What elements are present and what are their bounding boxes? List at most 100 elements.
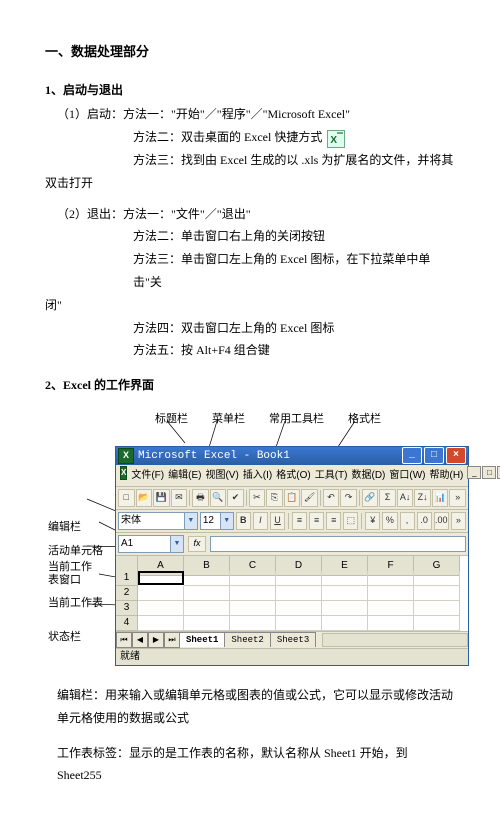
italic-button[interactable]: I	[253, 512, 268, 530]
sort-desc-button[interactable]: Z↓	[414, 489, 431, 507]
menu-window[interactable]: 窗口(W)	[389, 466, 425, 485]
align-left-button[interactable]: ≡	[292, 512, 307, 530]
callout-active-cell: 活动单元格	[48, 541, 112, 562]
cell[interactable]	[322, 601, 368, 616]
name-box[interactable]: A1 ▼	[118, 535, 184, 553]
cell[interactable]	[184, 571, 230, 586]
dec-inc-button[interactable]: .0	[417, 512, 432, 530]
cell[interactable]	[414, 601, 460, 616]
menu-tools[interactable]: 工具(T)	[315, 466, 348, 485]
dec-dec-button[interactable]: .00	[434, 512, 449, 530]
cell[interactable]	[138, 616, 184, 631]
cell[interactable]	[276, 616, 322, 631]
heading-section-1: 一、数据处理部分	[45, 40, 455, 65]
cell[interactable]	[414, 571, 460, 586]
formula-bar: A1 ▼ fx	[116, 533, 468, 556]
preview-button[interactable]: 🔍	[210, 489, 227, 507]
sheet-tab-3[interactable]: Sheet3	[270, 632, 316, 647]
callout-menubar: 菜单栏	[212, 409, 245, 430]
mdi-restore[interactable]: □	[482, 466, 496, 479]
horizontal-scrollbar[interactable]	[322, 633, 468, 647]
save-button[interactable]: 💾	[153, 489, 170, 507]
menu-insert[interactable]: 插入(I)	[243, 466, 272, 485]
row-header-4[interactable]: 4	[116, 616, 138, 631]
cell[interactable]	[368, 586, 414, 601]
close-button[interactable]: ×	[446, 447, 466, 464]
font-name-combo[interactable]: 宋体 ▼	[118, 512, 198, 530]
fx-button[interactable]: fx	[188, 536, 206, 552]
menu-view[interactable]: 视图(V)	[205, 466, 238, 485]
para-start-m3a: 方法三：找到由 Excel 生成的以 .xls 为扩展名的文件，并将其	[45, 149, 455, 172]
callout-top-row: 标题栏 菜单栏 常用工具栏 格式栏	[155, 409, 455, 430]
sheet-tab-2[interactable]: Sheet2	[224, 632, 270, 647]
merge-button[interactable]: ⬚	[343, 512, 358, 530]
align-right-button[interactable]: ≡	[326, 512, 341, 530]
currency-button[interactable]: ¥	[365, 512, 380, 530]
redo-button[interactable]: ↷	[340, 489, 357, 507]
print-button[interactable]: 🖶	[192, 489, 209, 507]
cell[interactable]	[138, 601, 184, 616]
comma-button[interactable]: ,	[400, 512, 415, 530]
sort-asc-button[interactable]: A↓	[397, 489, 414, 507]
cell[interactable]	[276, 571, 322, 586]
cell[interactable]	[230, 616, 276, 631]
format-painter-button[interactable]: 🖌	[301, 489, 318, 507]
menu-help[interactable]: 帮助(H)	[430, 466, 464, 485]
font-size-combo[interactable]: 12 ▼	[200, 512, 234, 530]
link-button[interactable]: 🔗	[362, 489, 379, 507]
paste-button[interactable]: 📋	[284, 489, 301, 507]
tab-nav-last[interactable]: ⏭	[164, 632, 180, 648]
more-button[interactable]: »	[449, 489, 466, 507]
mail-button[interactable]: ✉	[171, 489, 188, 507]
menu-edit[interactable]: 编辑(E)	[168, 466, 201, 485]
cell[interactable]	[322, 586, 368, 601]
tab-nav-first[interactable]: ⏮	[116, 632, 132, 648]
cell-a1[interactable]	[138, 571, 184, 585]
new-button[interactable]: □	[118, 489, 135, 507]
cell[interactable]	[414, 586, 460, 601]
cell[interactable]	[276, 586, 322, 601]
cell[interactable]	[368, 601, 414, 616]
cell[interactable]	[322, 571, 368, 586]
cell[interactable]	[184, 601, 230, 616]
chevron-down-icon: ▼	[184, 513, 197, 529]
tab-nav-prev[interactable]: ◀	[132, 632, 148, 648]
cell[interactable]	[184, 616, 230, 631]
formula-input[interactable]	[210, 536, 466, 552]
cell[interactable]	[322, 616, 368, 631]
more-fmt-button[interactable]: »	[451, 512, 466, 530]
menu-file[interactable]: 文件(F)	[131, 466, 164, 485]
workbook-icon[interactable]: X	[120, 466, 127, 480]
cell[interactable]	[230, 586, 276, 601]
percent-button[interactable]: %	[382, 512, 397, 530]
mdi-minimize[interactable]: _	[467, 466, 481, 479]
cell[interactable]	[230, 571, 276, 586]
spell-button[interactable]: ✔	[227, 489, 244, 507]
para-start-m2: 方法二：双击桌面的 Excel 快捷方式	[45, 126, 455, 149]
bold-button[interactable]: B	[236, 512, 251, 530]
sum-button[interactable]: Σ	[379, 489, 396, 507]
copy-button[interactable]: ⎘	[266, 489, 283, 507]
cell[interactable]	[368, 571, 414, 586]
underline-button[interactable]: U	[270, 512, 285, 530]
chart-button[interactable]: 📊	[432, 489, 449, 507]
maximize-button[interactable]: □	[424, 447, 444, 464]
menu-format[interactable]: 格式(O)	[276, 466, 310, 485]
align-center-button[interactable]: ≡	[309, 512, 324, 530]
cell[interactable]	[414, 616, 460, 631]
cell[interactable]	[138, 586, 184, 601]
cell[interactable]	[184, 586, 230, 601]
menu-data[interactable]: 数据(D)	[352, 466, 386, 485]
callout-formula-bar: 编辑栏	[48, 517, 112, 538]
minimize-button[interactable]: _	[402, 447, 422, 464]
cut-button[interactable]: ✂	[249, 489, 266, 507]
open-button[interactable]: 📂	[136, 489, 153, 507]
cell[interactable]	[276, 601, 322, 616]
para-tab-desc: 工作表标签：显示的是工作表的名称，默认名称从 Sheet1 开始，到 Sheet…	[45, 742, 455, 788]
chevron-down-icon: ▼	[220, 513, 233, 529]
sheet-tab-1[interactable]: Sheet1	[179, 632, 225, 647]
cell[interactable]	[230, 601, 276, 616]
undo-button[interactable]: ↶	[323, 489, 340, 507]
cell[interactable]	[368, 616, 414, 631]
tab-nav-next[interactable]: ▶	[148, 632, 164, 648]
